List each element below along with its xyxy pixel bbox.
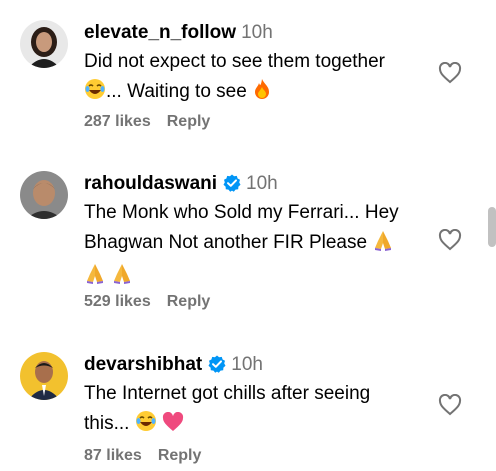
- comment-meta: 287 likes Reply: [84, 113, 210, 131]
- verified-badge-icon: [223, 174, 241, 200]
- likes-count[interactable]: 87 likes: [84, 447, 142, 464]
- fire-emoji-icon: [252, 78, 272, 110]
- username[interactable]: devarshibhat: [84, 354, 202, 375]
- comment-meta: 87 likes Reply: [84, 447, 201, 465]
- folded-hands-emoji-icon: [111, 262, 133, 294]
- like-heart-icon[interactable]: [438, 61, 462, 84]
- likes-count[interactable]: 529 likes: [84, 293, 151, 310]
- folded-hands-emoji-icon: [372, 229, 394, 261]
- username[interactable]: rahouldaswani: [84, 173, 217, 194]
- comment-line: Did not expect to see them together: [84, 51, 386, 72]
- scrollbar-thumb[interactable]: [488, 207, 496, 247]
- like-heart-icon[interactable]: [438, 228, 462, 251]
- likes-count[interactable]: 287 likes: [84, 113, 151, 130]
- avatar[interactable]: [20, 20, 68, 68]
- reply-button[interactable]: Reply: [167, 113, 211, 130]
- reply-button[interactable]: Reply: [158, 447, 202, 464]
- folded-hands-emoji-icon: [84, 262, 106, 294]
- comment-line: The Internet got chills after seeing: [84, 383, 371, 404]
- comment-line: ... Waiting to see: [106, 81, 247, 102]
- like-heart-icon[interactable]: [438, 393, 462, 416]
- pink-heart-emoji-icon: [162, 411, 184, 442]
- avatar[interactable]: [20, 352, 68, 400]
- comment-text: Did not expect to see them together ... …: [84, 47, 424, 110]
- comment-text: The Internet got chills after seeing thi…: [84, 379, 424, 442]
- avatar[interactable]: [20, 171, 68, 219]
- comment-text: The Monk who Sold my Ferrari... Hey Bhag…: [84, 198, 424, 294]
- comment-line: this...: [84, 413, 130, 434]
- comment-header: rahouldaswani 10h: [84, 171, 278, 200]
- comment-line: The Monk who Sold my Ferrari... Hey: [84, 202, 399, 223]
- username[interactable]: elevate_n_follow: [84, 22, 236, 43]
- reply-button[interactable]: Reply: [167, 293, 211, 310]
- comment-header: elevate_n_follow 10h: [84, 20, 273, 46]
- timestamp: 10h: [246, 173, 278, 194]
- comment-line: Bhagwan Not another FIR Please: [84, 232, 368, 253]
- laughing-emoji-icon: [135, 410, 157, 442]
- timestamp: 10h: [231, 354, 263, 375]
- verified-badge-icon: [208, 355, 226, 381]
- comment-header: devarshibhat 10h: [84, 352, 263, 381]
- comment-meta: 529 likes Reply: [84, 293, 210, 311]
- timestamp: 10h: [241, 22, 273, 43]
- laughing-emoji-icon: [84, 78, 106, 110]
